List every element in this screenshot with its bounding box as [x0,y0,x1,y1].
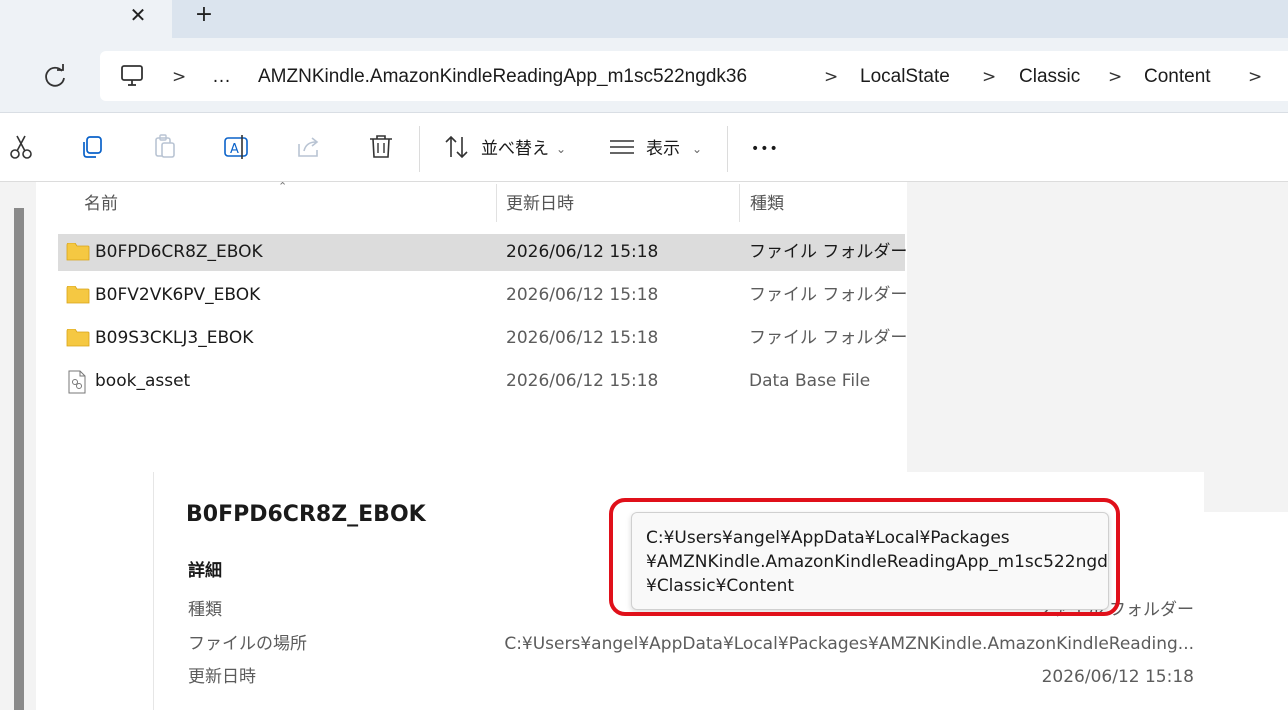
delete-icon[interactable] [366,132,396,162]
file-date: 2026/06/12 15:18 [506,328,659,348]
chevron-down-icon[interactable]: ⌄ [556,138,566,160]
sort-icon[interactable] [442,132,472,162]
details-title: B0FPD6CR8Z_EBOK [186,502,426,527]
file-name[interactable]: B0FV2VK6PV_EBOK [95,277,260,314]
sort-ascending-icon: ⌃ [278,180,288,193]
file-type: ファイル フォルダー [749,242,908,262]
folder-icon [66,285,90,304]
column-header-name[interactable]: 名前 [84,193,118,215]
folder-icon [66,242,90,261]
svg-text:A: A [230,142,239,157]
folder-icon [66,328,90,347]
highlight-annotation [609,498,1120,616]
divider [739,184,740,222]
breadcrumb-item[interactable]: Classic [1019,64,1080,90]
file-date: 2026/06/12 15:18 [506,242,659,262]
breadcrumb-chevron-icon[interactable]: > [982,64,996,90]
view-icon[interactable] [607,132,637,162]
detail-label: 種類 [188,600,222,620]
breadcrumb-item[interactable]: LocalState [860,64,950,90]
detail-label: ファイルの場所 [188,634,307,654]
file-name[interactable]: book_asset [95,363,190,400]
divider [419,126,420,172]
detail-value-location[interactable]: C:¥Users¥angel¥AppData¥Local¥Packages¥AM… [504,632,1194,656]
new-tab-button[interactable]: + [192,2,216,28]
empty-area [907,182,1288,512]
breadcrumb-chevron-icon[interactable]: > [172,64,186,90]
rename-icon[interactable]: A [222,132,252,162]
breadcrumb-overflow[interactable]: … [212,64,231,90]
breadcrumb-chevron-icon[interactable]: > [1108,64,1122,90]
divider [727,126,728,172]
file-name[interactable]: B09S3CKLJ3_EBOK [95,320,253,357]
breadcrumb-item[interactable]: AMZNKindle.AmazonKindleReadingApp_m1sc52… [258,64,747,90]
column-header-date[interactable]: 更新日時 [506,193,574,215]
paste-icon[interactable] [150,132,180,162]
file-date: 2026/06/12 15:18 [506,371,659,391]
details-section-heading: 詳細 [188,561,222,581]
file-name[interactable]: B0FPD6CR8Z_EBOK [95,234,263,271]
details-pane-edge [1204,512,1288,710]
command-bar [0,113,1288,181]
file-type: ファイル フォルダー [749,328,908,348]
breadcrumb-item[interactable]: Content [1144,64,1211,90]
more-options-button[interactable]: ••• [751,138,779,160]
breadcrumb-chevron-icon[interactable]: > [824,64,838,90]
file-date: 2026/06/12 15:18 [506,285,659,305]
details-spacer [36,472,154,710]
chevron-down-icon[interactable]: ⌄ [692,138,702,160]
database-file-icon [67,370,87,394]
breadcrumb-chevron-icon[interactable]: > [1248,64,1262,90]
this-pc-icon[interactable] [118,62,146,90]
copy-icon[interactable] [78,132,108,162]
file-type: ファイル フォルダー [749,285,908,305]
scrollbar[interactable] [14,208,24,710]
detail-label: 更新日時 [188,667,256,687]
share-icon[interactable] [294,132,324,162]
sort-button[interactable]: 並べ替え [481,138,549,160]
refresh-icon[interactable] [40,62,70,92]
view-button[interactable]: 表示 [646,138,680,160]
column-header-type[interactable]: 種類 [750,193,784,215]
file-type: Data Base File [749,371,871,391]
close-tab-icon[interactable]: ✕ [126,2,150,28]
divider [496,184,497,222]
cut-icon[interactable] [6,132,36,162]
detail-value: 2026/06/12 15:18 [1041,667,1194,687]
